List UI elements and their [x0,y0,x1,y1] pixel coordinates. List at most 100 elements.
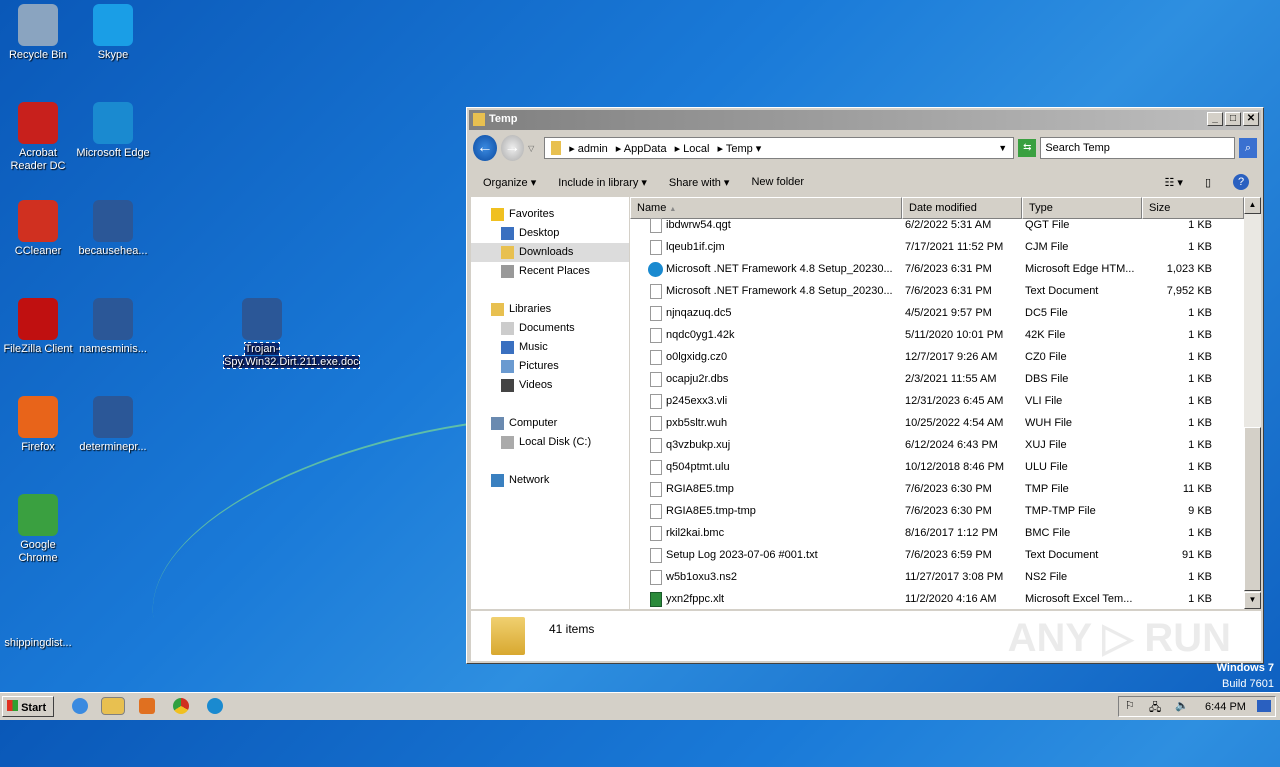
file-row[interactable]: RGIA8E5.tmp 7/6/2023 6:30 PM TMP File 11 KB [630,478,1244,500]
maximize-button[interactable]: □ [1225,112,1241,126]
nav-item-pictures[interactable]: Pictures [471,357,629,376]
nav-item-downloads[interactable]: Downloads [471,243,629,262]
app-icon [18,4,58,46]
flag-icon[interactable]: ⚐ [1125,699,1135,712]
address-dropdown[interactable]: ▼ [998,143,1007,153]
file-row[interactable]: RGIA8E5.tmp-tmp 7/6/2023 6:30 PM TMP-TMP F… [630,500,1244,522]
chrome-icon[interactable] [173,698,189,714]
forward-button[interactable]: → [500,135,525,161]
breadcrumb-admin[interactable]: ▸ admin [569,142,608,155]
nav-item-favorites[interactable]: Favorites [471,205,629,224]
file-date: 11/27/2017 3:08 PM [905,571,1004,583]
volume-icon[interactable]: 🔈 [1175,699,1189,712]
scroll-thumb[interactable] [1244,427,1261,591]
file-row[interactable]: Microsoft .NET Framework 4.8 Setup_20230… [630,258,1244,280]
clock[interactable]: 6:44 PM [1205,701,1246,713]
back-button[interactable]: ← [473,135,497,161]
file-type: NS2 File [1025,571,1068,583]
desktop-icon[interactable]: Skype [75,4,151,62]
nav-item-videos[interactable]: Videos [471,376,629,395]
nav-item-network[interactable]: Network [471,471,629,490]
address-bar[interactable]: ▸ admin ▸ AppData ▸ Local ▸ Temp ▾ ▼ [544,137,1015,159]
close-button[interactable]: ✕ [1243,112,1259,126]
help-icon[interactable]: ? [1233,174,1249,190]
view-options-icon[interactable]: ☷ ▾ [1164,176,1182,189]
system-tray: ⚐ 🖧 🔈 6:44 PM [1118,696,1276,717]
nav-item-computer[interactable]: Computer [471,414,629,433]
desktop-icon[interactable]: Firefox [0,396,76,454]
file-list: Name ▲ Date modified Type Size ibdwrw54.… [630,197,1244,609]
file-row[interactable]: q3vzbukp.xuj 6/12/2024 6:43 PM XUJ File 1 K… [630,434,1244,456]
title-bar[interactable]: Temp _ □ ✕ [469,110,1261,130]
file-row[interactable]: q504ptmt.ulu 10/12/2018 8:46 PM ULU File 1 … [630,456,1244,478]
vertical-scrollbar[interactable]: ▲ ▼ [1244,197,1261,609]
scroll-up-button[interactable]: ▲ [1244,197,1261,214]
nav-item-music[interactable]: Music [471,338,629,357]
desktop-icon[interactable]: namesminis... [75,298,151,356]
file-row[interactable]: yxn2fppc.xlt 11/2/2020 4:16 AM Microsoft E… [630,588,1244,609]
file-row[interactable]: Setup Log 2023-07-06 #001.txt 7/6/2023 6:… [630,544,1244,566]
breadcrumb-temp[interactable]: ▸ Temp ▾ [717,142,761,155]
explorer-taskbar-icon[interactable] [101,697,125,715]
desktop-icon[interactable]: shippingdist... [0,592,76,650]
nav-item-libraries[interactable]: Libraries [471,300,629,319]
search-icon[interactable]: ⌕ [1238,138,1257,158]
nav-label: Desktop [519,227,560,239]
desktop-icon[interactable]: Trojan-Spy.Win32.Dirt.211.exe.doc [223,298,360,369]
refresh-button[interactable]: ⇆ [1018,139,1037,157]
desktop-icon[interactable]: Microsoft Edge [75,102,151,160]
share-with-menu[interactable]: Share with ▾ [669,176,730,189]
videos-icon [501,379,514,392]
file-icon [650,570,662,585]
desktop-icon[interactable]: determinepr... [75,396,151,454]
desktop-icon[interactable]: Recycle Bin [0,4,76,62]
file-row[interactable]: Microsoft .NET Framework 4.8 Setup_20230… [630,280,1244,302]
file-row[interactable]: rkil2kai.bmc 8/16/2017 1:12 PM BMC File 1 K… [630,522,1244,544]
file-size: 1 KB [1188,593,1212,605]
file-row[interactable]: njnqazuq.dc5 4/5/2021 9:57 PM DC5 File 1 KB [630,302,1244,324]
nav-item-documents[interactable]: Documents [471,319,629,338]
nav-item-desktop[interactable]: Desktop [471,224,629,243]
recent-pages-dropdown[interactable]: ▽ [528,144,534,153]
internet-explorer-icon[interactable] [72,698,88,714]
file-date: 10/25/2022 4:54 AM [905,417,1004,429]
file-row[interactable]: p245exx3.vli 12/31/2023 6:45 AM VLI File 1 … [630,390,1244,412]
organize-menu[interactable]: Organize ▾ [483,176,536,189]
desktop-icon[interactable]: FileZilla Client [0,298,76,356]
edge-icon[interactable] [207,698,223,714]
nav-item-local-disk[interactable]: Local Disk (C:) [471,433,629,452]
nav-item-recent[interactable]: Recent Places [471,262,629,281]
desktop-icon[interactable]: Acrobat Reader DC [0,102,76,173]
file-row[interactable]: lqeub1if.cjm 7/17/2021 11:52 PM CJM File 1 … [630,236,1244,258]
preview-pane-icon[interactable]: ▯ [1205,176,1211,189]
file-size: 1 KB [1188,571,1212,583]
file-row[interactable]: nqdc0yg1.42k 5/11/2020 10:01 PM 42K File 1 … [630,324,1244,346]
file-row[interactable]: pxb5sltr.wuh 10/25/2022 4:54 AM WUH File 1 … [630,412,1244,434]
item-count: 41 items [549,622,595,636]
nav-label: Music [519,341,548,353]
include-in-library-menu[interactable]: Include in library ▾ [558,176,647,189]
desktop-icon[interactable]: becausehea... [75,200,151,258]
nav-label: Documents [519,322,575,334]
desktop-icon-label: shippingdist... [4,637,72,649]
explorer-window: Temp _ □ ✕ ← → ▽ ▸ admin ▸ AppData ▸ Local… [466,107,1264,664]
search-input[interactable]: Search Temp [1040,137,1235,159]
minimize-button[interactable]: _ [1207,112,1223,126]
desktop-icon[interactable]: CCleaner [0,200,76,258]
desktop-icon[interactable]: Google Chrome [0,494,76,565]
file-row[interactable]: w5b1oxu3.ns2 11/27/2017 3:08 PM NS2 File 1 … [630,566,1244,588]
file-icon [650,460,662,475]
new-folder-button[interactable]: New folder [751,176,804,188]
scroll-down-button[interactable]: ▼ [1244,592,1261,609]
breadcrumb-appdata[interactable]: ▸ AppData [616,142,667,155]
media-player-icon[interactable] [139,698,155,714]
show-desktop-icon[interactable] [1257,700,1271,712]
nav-label: Local Disk (C:) [519,436,592,448]
file-row[interactable]: o0lgxidg.cz0 12/7/2017 9:26 AM CZ0 File 1 K… [630,346,1244,368]
breadcrumb-local[interactable]: ▸ Local [675,142,710,155]
network-warning-icon[interactable]: 🖧 [1149,699,1161,718]
start-button[interactable]: Start [2,696,54,717]
file-row[interactable]: ocapju2r.dbs 2/3/2021 11:55 AM DBS File 1 K… [630,368,1244,390]
file-row[interactable]: ibdwrw54.qgt 6/2/2022 5:31 AM QGT File 1 KB [630,214,1244,236]
file-name: Microsoft .NET Framework 4.8 Setup_20230… [666,285,893,297]
